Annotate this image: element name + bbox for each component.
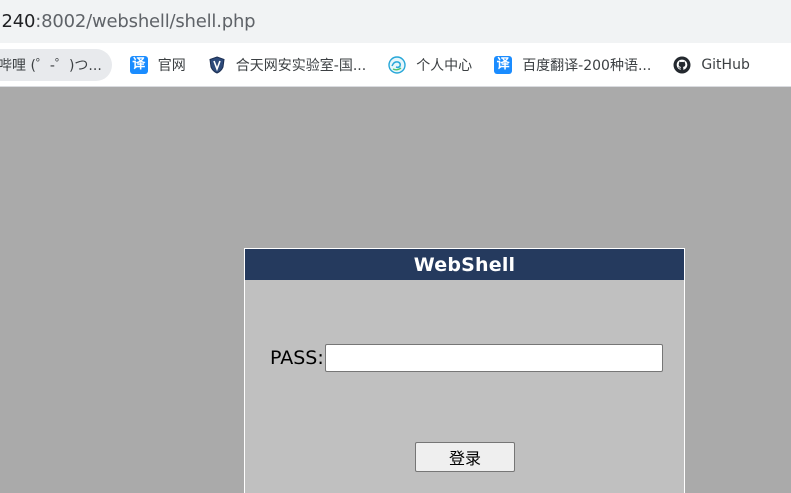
pass-row: PASS: (270, 344, 663, 372)
shield-logo-icon (208, 55, 226, 74)
url-text[interactable]: .240:8002/webshell/shell.php (0, 11, 256, 32)
panel-title: WebShell (245, 249, 684, 280)
address-bar[interactable]: .240:8002/webshell/shell.php (0, 0, 791, 43)
bookmark-official-site[interactable]: 译 官网 (122, 49, 194, 81)
url-host: .240 (0, 11, 36, 32)
profile-swirl-icon (388, 55, 406, 74)
bookmark-label: 官网 (157, 57, 186, 74)
bookmark-label: 个人中心 (416, 57, 473, 74)
translate-icon: 译 (129, 55, 148, 74)
bookmark-github[interactable]: GitHub (665, 49, 758, 81)
bookmark-bilibili[interactable]: 哔哩 (゜-゜)つ... (0, 48, 112, 81)
login-button[interactable]: 登录 (415, 442, 515, 472)
bookmark-personal-center[interactable]: 个人中心 (380, 49, 480, 81)
bookmark-label: GitHub (701, 56, 750, 73)
login-panel: WebShell PASS: 登录 (244, 248, 685, 493)
github-icon (673, 56, 691, 74)
bookmarks-bar: 哔哩 (゜-゜)つ... 译 官网 合天网安实验室-国... 个人中心 译 百度… (0, 43, 791, 87)
bookmark-label: 百度翻译-200种语... (522, 57, 652, 74)
bookmark-hetian-lab[interactable]: 合天网安实验室-国... (200, 49, 374, 81)
pass-label: PASS: (270, 347, 324, 369)
translate-icon: 译 (494, 55, 513, 74)
bookmark-label: 哔哩 (゜-゜)つ... (0, 57, 102, 74)
password-input[interactable] (324, 344, 663, 372)
bookmark-label: 合天网安实验室-国... (235, 57, 367, 74)
bookmark-baidu-translate[interactable]: 译 百度翻译-200种语... (486, 49, 659, 81)
url-path: :8002/webshell/shell.php (35, 11, 256, 32)
